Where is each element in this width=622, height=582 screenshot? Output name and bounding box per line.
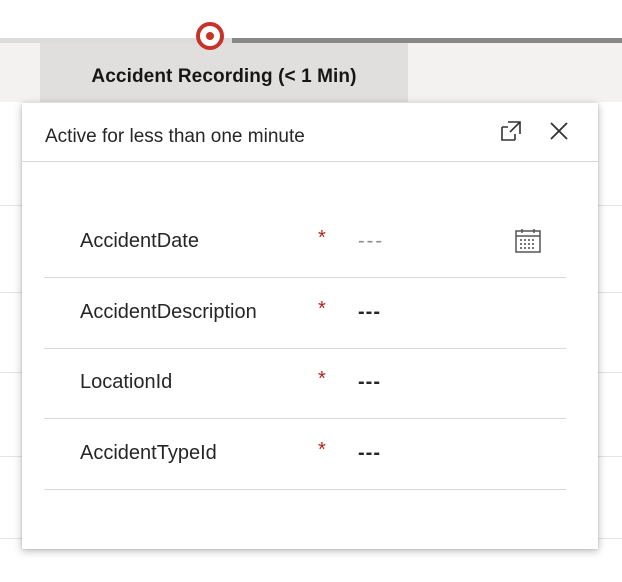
required-indicator: * [318, 439, 326, 461]
calendar-icon[interactable] [514, 227, 544, 257]
field-label: AccidentDescription [80, 301, 257, 323]
required-indicator: * [318, 368, 326, 390]
flyout-header: Active for less than one minute [22, 103, 598, 162]
popout-icon[interactable] [498, 118, 524, 144]
field-row-accident-type-id: AccidentTypeId * --- [44, 419, 566, 490]
active-stage-marker-icon [196, 22, 224, 50]
accident-description-input[interactable]: --- [358, 301, 381, 324]
field-row-location-id: LocationId * --- [44, 348, 566, 419]
flyout-title: Active for less than one minute [45, 126, 305, 147]
accident-type-id-input[interactable]: --- [358, 442, 381, 465]
stage-label: Accident Recording (< 1 Min) [91, 66, 357, 87]
required-indicator: * [318, 298, 326, 320]
stage-flyout: Active for less than one minute Accident… [22, 103, 598, 549]
close-icon[interactable] [546, 118, 572, 144]
location-id-input[interactable]: --- [358, 371, 381, 394]
field-row-accident-description: AccidentDescription * --- [44, 278, 566, 349]
field-label: AccidentDate [80, 230, 199, 252]
required-indicator: * [318, 227, 326, 249]
field-label: AccidentTypeId [80, 442, 217, 464]
field-row-accident-date: AccidentDate * --- [44, 207, 566, 278]
accident-date-input[interactable]: --- [358, 230, 384, 253]
field-label: LocationId [80, 371, 173, 393]
